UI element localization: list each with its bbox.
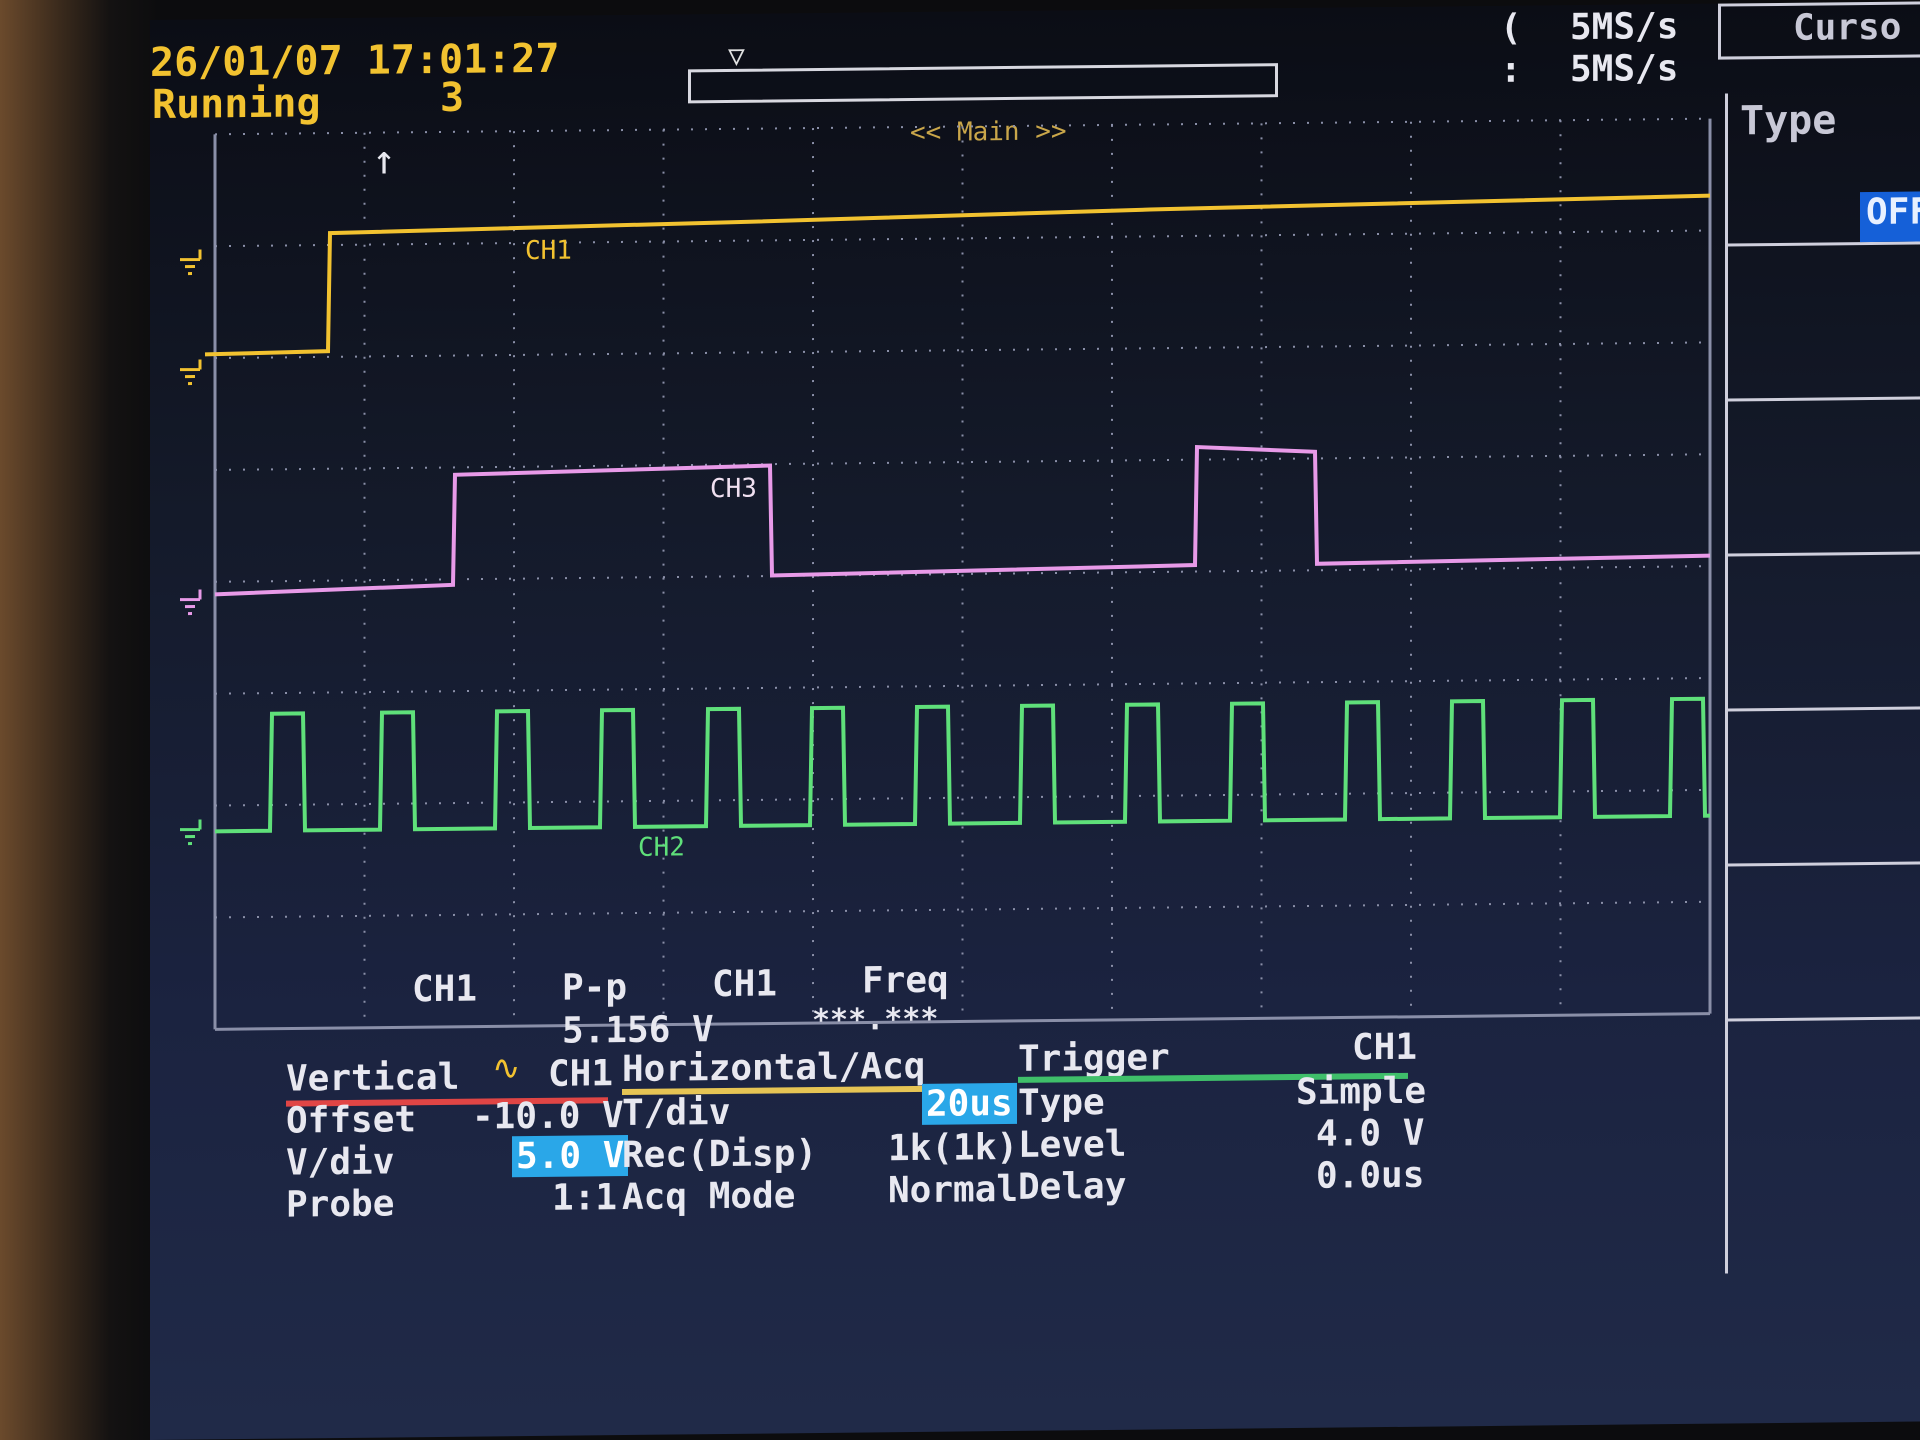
ch1-coupling-icon: ∿ [492, 1048, 521, 1089]
waveform-display [180, 117, 1712, 1031]
acq-mode-label[interactable]: Acq Mode [622, 1175, 795, 1218]
vertical-channel: CH1 [548, 1053, 614, 1095]
offset-label[interactable]: Offset [286, 1099, 416, 1141]
tdiv-label[interactable]: T/div [622, 1092, 730, 1134]
vdiv-label[interactable]: V/div [286, 1141, 394, 1183]
channel-markers [180, 249, 202, 846]
trigger-title: Trigger [1018, 1037, 1170, 1080]
trigger-delay-label[interactable]: Delay [1018, 1166, 1126, 1208]
trigger-type-label[interactable]: Type [1018, 1082, 1105, 1124]
ch1-waveform [204, 193, 1711, 357]
ch3-trace-label: CH3 [710, 473, 757, 505]
measure-1-channel: CH1 [412, 968, 478, 1011]
acq-mode-value[interactable]: Normal [888, 1169, 1018, 1211]
ch2-waveform [215, 696, 1710, 834]
trigger-level-value[interactable]: 4.0 V [1316, 1113, 1424, 1155]
ch1-ground-icon [180, 359, 202, 386]
measure-2-channel: CH1 [712, 963, 778, 1006]
ch3-ground-icon [180, 589, 202, 616]
grid-hline [215, 565, 1710, 583]
rec-label[interactable]: Rec(Disp) [622, 1133, 817, 1176]
measure-2-value: ***.*** [812, 1001, 939, 1039]
grid-hline [215, 341, 1710, 360]
measure-1-value: 5.156 V [562, 1009, 714, 1052]
probe-value[interactable]: 1:1 [552, 1177, 617, 1219]
probe-label[interactable]: Probe [286, 1183, 394, 1225]
measure-1-name: P-p [562, 967, 628, 1009]
graticule [213, 117, 1712, 1031]
grid-hline [215, 900, 1710, 919]
trigger-type-value[interactable]: Simple [1296, 1071, 1426, 1113]
offset-value[interactable]: -10.0 V [472, 1095, 624, 1138]
grid-hline [215, 453, 1710, 471]
ch2-trace-label: CH2 [638, 832, 685, 863]
grid-hline [215, 677, 1710, 695]
vertical-title: Vertical [286, 1056, 460, 1100]
measure-2-name: Freq [862, 959, 949, 1002]
vdiv-value[interactable]: 5.0 V [512, 1134, 629, 1178]
oscilloscope-screen: 26/01/07 17:01:27 Running 3 ▽ ( 5MS/s : … [150, 1, 1920, 1440]
ch3-waveform [214, 444, 1711, 597]
ch1-trace-label: CH1 [525, 235, 572, 267]
trigger-delay-value[interactable]: 0.0us [1316, 1155, 1424, 1197]
trigger-source: CH1 [1352, 1026, 1418, 1069]
ch2-ground-icon [180, 819, 202, 846]
ch1-offset-marker [180, 249, 202, 276]
rec-value[interactable]: 1k(1k) [888, 1127, 1018, 1169]
horizontal-title: Horizontal/Acq [622, 1045, 926, 1091]
trigger-level-label[interactable]: Level [1018, 1124, 1126, 1166]
grid-hline [215, 1012, 1710, 1031]
grid-hline [215, 229, 1710, 248]
tdiv-value[interactable]: 20us [922, 1082, 1017, 1125]
